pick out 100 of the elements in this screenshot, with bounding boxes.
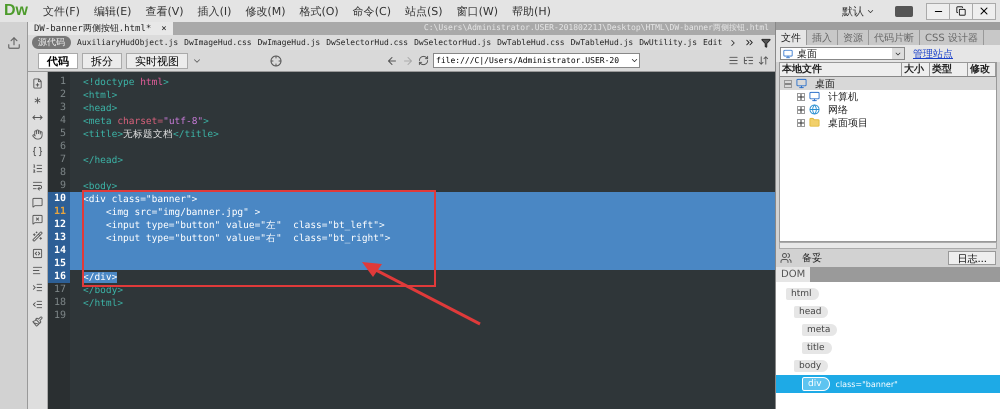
code-line: </body> (83, 285, 124, 296)
status-text: 备妥 (802, 252, 823, 265)
live-icon[interactable] (895, 6, 913, 16)
indent-icon[interactable] (32, 282, 43, 293)
menu-item[interactable]: 窗口(W) (450, 4, 506, 18)
column-header[interactable]: 大小 (902, 63, 930, 76)
code-line: <!doctype html> (83, 77, 169, 88)
menu-icon[interactable] (728, 55, 739, 66)
close-icon (978, 5, 990, 17)
column-header[interactable]: 本地文件 (780, 63, 902, 76)
menu-item[interactable]: 编辑(E) (86, 4, 138, 18)
list-icon[interactable] (743, 55, 754, 66)
related-file[interactable]: DwSelectorHud.js (414, 38, 492, 47)
expand-icon[interactable] (797, 106, 805, 114)
panel-tab[interactable]: 文件 (776, 30, 807, 45)
expand-icon[interactable] (32, 112, 43, 123)
asterisk-icon[interactable] (32, 95, 43, 106)
site-select[interactable]: 桌面 (780, 47, 905, 60)
align-icon[interactable] (32, 265, 43, 276)
dom-node[interactable]: body (794, 360, 828, 372)
uncomment-icon[interactable] (32, 214, 43, 225)
line-number: 3 (58, 101, 67, 114)
code-line: <input type="button" value="左" class="bt_left"> (104, 220, 385, 231)
expand-icon[interactable] (797, 118, 805, 126)
line-number: 5 (58, 127, 67, 140)
expand-icon[interactable] (797, 92, 805, 100)
menu-item[interactable]: 修改(M) (238, 4, 292, 18)
dropdown-icon[interactable] (630, 56, 639, 65)
column-header[interactable]: 类型 (930, 63, 968, 76)
tree-item[interactable]: 网络 (780, 103, 996, 116)
outdent-icon[interactable] (32, 299, 43, 310)
line-number: 10 (48, 192, 70, 205)
menu-item[interactable]: 格式(O) (292, 4, 346, 18)
comment-icon[interactable] (32, 197, 43, 208)
workspace-switcher[interactable]: 默认 (842, 4, 864, 18)
wand-icon[interactable] (32, 231, 43, 242)
refresh-icon[interactable] (418, 55, 429, 66)
wrap-icon[interactable] (32, 180, 43, 191)
hand-icon[interactable] (32, 129, 43, 140)
related-file[interactable]: DwTableHud.css (497, 38, 565, 47)
tree-item[interactable]: 桌面项目 (780, 116, 996, 129)
upload-icon[interactable] (6, 36, 20, 50)
line-number: 1 (58, 75, 67, 88)
related-file[interactable]: AuxiliaryHudObject.js (77, 38, 178, 47)
restore-button[interactable] (949, 2, 973, 20)
column-header[interactable]: 修改 (968, 63, 996, 76)
braces-icon[interactable] (32, 146, 43, 157)
line-numbers-icon[interactable] (32, 163, 43, 174)
restore-icon (956, 6, 966, 16)
dom-node[interactable]: meta (802, 324, 838, 336)
menu-item[interactable]: 查看(V) (138, 4, 191, 18)
view-button[interactable]: 实时视图 (126, 52, 188, 68)
line-number: 17 (52, 283, 67, 296)
line-number: 18 (52, 296, 67, 309)
line-number: 16 (48, 270, 70, 283)
related-file[interactable]: DwTableHud.js (570, 38, 634, 47)
close-button[interactable] (972, 2, 996, 20)
line-number: 6 (58, 140, 67, 153)
code-line: <title>无标题文档</title> (83, 129, 219, 140)
line-number: 9 (58, 179, 67, 192)
filter-icon[interactable] (761, 38, 772, 48)
file-icon[interactable] (32, 78, 43, 89)
line-number: 2 (58, 88, 67, 101)
close-tab-icon[interactable]: × (161, 24, 167, 34)
address-field[interactable]: file:///C|/Users/Administrator.USER-20 (433, 53, 640, 68)
horizontal-scrollbar[interactable] (779, 242, 997, 249)
related-file[interactable]: DwImageHud.css (184, 38, 252, 47)
app-logo: Dw (4, 2, 28, 20)
dom-node[interactable]: html (786, 288, 819, 300)
dom-attribute: class="banner" (836, 380, 898, 388)
dom-tab[interactable]: DOM (776, 267, 810, 282)
document-tab[interactable]: DW-banner两侧按钮.html* × (28, 22, 173, 35)
menu-item[interactable]: 文件(F) (36, 4, 87, 18)
menu-item[interactable]: 插入(I) (190, 4, 238, 18)
brush-icon[interactable] (32, 316, 43, 327)
related-file[interactable]: Edit (703, 38, 722, 47)
view-button[interactable]: 代码 (38, 52, 78, 68)
code-block-icon[interactable] (32, 248, 43, 259)
globe-icon (809, 104, 820, 115)
log-button[interactable]: 日志... (948, 251, 996, 265)
monitor-icon (783, 48, 793, 58)
related-file[interactable]: DwSelectorHud.css (326, 38, 408, 47)
related-file[interactable]: DwImageHud.js (258, 38, 320, 47)
code-line: <img src="img/banner.jpg" > (104, 207, 260, 218)
more-icon[interactable] (744, 37, 756, 48)
source-code-tab[interactable]: 源代码 (32, 36, 71, 49)
sort-icon[interactable] (758, 55, 769, 66)
view-button[interactable]: 拆分 (82, 52, 122, 68)
menu-item[interactable]: 帮助(H) (505, 4, 558, 18)
target-icon[interactable] (270, 54, 282, 66)
collapse-icon[interactable] (784, 80, 792, 88)
tree-item[interactable]: 计算机 (780, 90, 996, 103)
manage-sites-link[interactable]: 管理站点 (913, 46, 953, 60)
menu-item[interactable]: 站点(S) (398, 4, 450, 18)
dom-node[interactable]: head (794, 306, 828, 318)
dom-node[interactable]: title (802, 342, 832, 354)
menu-item[interactable]: 命令(C) (346, 4, 398, 18)
back-icon[interactable] (386, 54, 398, 66)
tree-item[interactable]: 桌面 (780, 77, 996, 90)
related-file[interactable]: DwUtility.js (639, 38, 698, 47)
